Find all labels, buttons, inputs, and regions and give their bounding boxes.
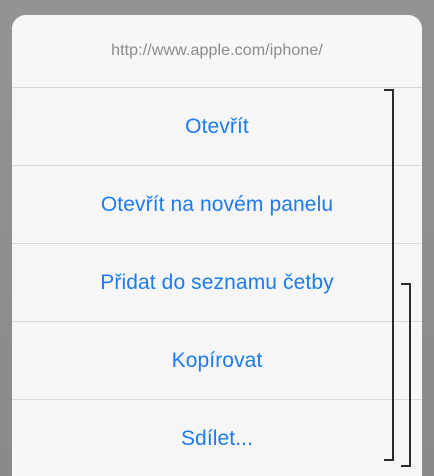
sheet-header: http://www.apple.com/iphone/: [12, 15, 422, 88]
add-to-reading-list-button[interactable]: Přidat do seznamu četby: [12, 244, 422, 322]
annotation-bracket-lower-actions: [401, 283, 411, 467]
link-url: http://www.apple.com/iphone/: [111, 42, 323, 59]
open-button[interactable]: Otevřít: [12, 88, 422, 166]
link-action-sheet: http://www.apple.com/iphone/ Otevřít Ote…: [12, 15, 422, 476]
copy-button[interactable]: Kopírovat: [12, 322, 422, 400]
annotation-bracket-all-actions: [384, 89, 394, 461]
add-to-reading-list-label: Přidat do seznamu četby: [100, 270, 334, 294]
open-in-new-tab-button[interactable]: Otevřít na novém panelu: [12, 166, 422, 244]
share-button[interactable]: Sdílet...: [12, 400, 422, 476]
copy-button-label: Kopírovat: [171, 348, 263, 372]
open-in-new-tab-label: Otevřít na novém panelu: [100, 192, 334, 216]
share-button-label: Sdílet...: [180, 426, 254, 450]
open-button-label: Otevřít: [185, 114, 249, 138]
